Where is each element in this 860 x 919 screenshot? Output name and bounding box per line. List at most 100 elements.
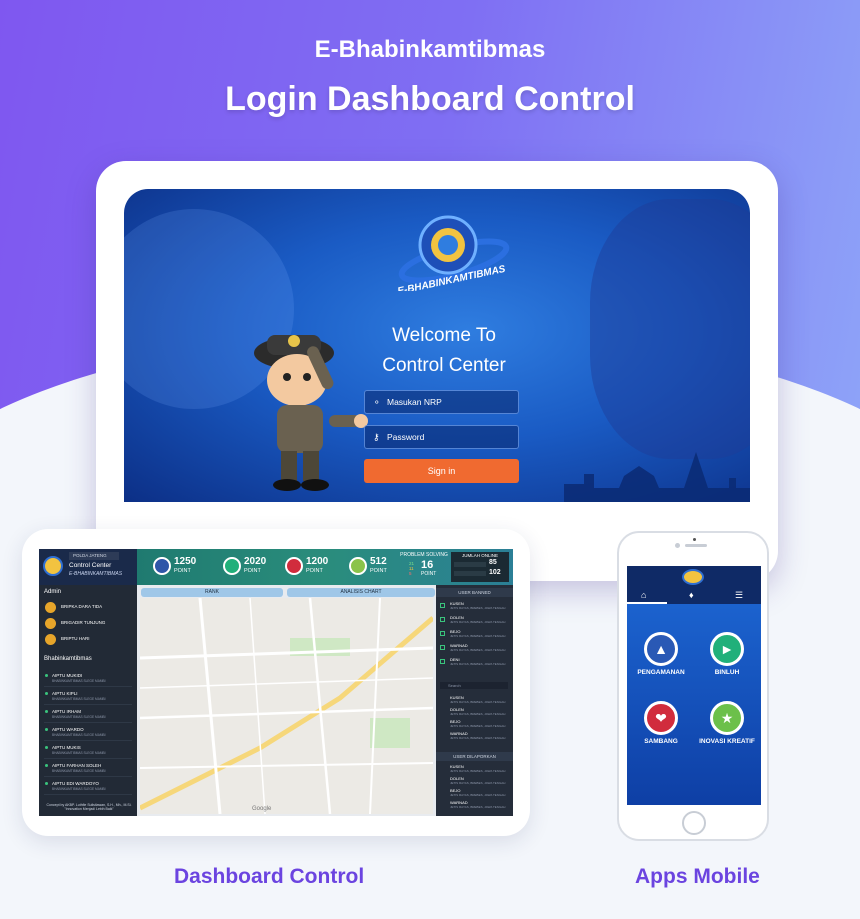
online-count: JUMLAH ONLINE 85 102: [451, 552, 509, 582]
bhabin-name: AIPTU MUKIS: [52, 745, 81, 750]
kpi-value: 512: [370, 556, 387, 567]
online-row2-value: 102: [489, 569, 501, 576]
checkbox[interactable]: [440, 659, 445, 664]
kpi-bar: 1250 POINT 2020 POINT 1200 POINT 512 POI…: [137, 549, 513, 585]
bhabin-item[interactable]: AIPTU MUKIDI BHABINKAMTIBMAS SLEGE MAMBI: [44, 671, 132, 687]
menu-sambang[interactable]: ❤ SAMBANG: [631, 701, 691, 746]
banned-item[interactable]: DOLEN JETIS RAYAS, BREBES, JAWA TENGAH: [440, 615, 506, 627]
password-input[interactable]: ⚷ Password: [364, 425, 519, 449]
bhabin-name: AIPTU FARHAN SOLEH: [52, 763, 102, 768]
user-location: JETIS RAYAS, BREBES, JAWA TENGAH: [450, 724, 506, 728]
phone-frame: ⌂ ♦ ☰ ▲ PENGAMANAN ► BINLUH ❤ SAMBANG ★ …: [617, 531, 769, 841]
dashboard-brand: POLDA JATENG Control Center E-BHABINKAMT…: [39, 549, 137, 585]
problem-solving-value: 16: [421, 559, 434, 571]
menu-label: BINLUH: [714, 669, 740, 676]
user-location: JETIS RAYAS, BREBES, JAWA TENGAH: [450, 712, 506, 716]
checkbox[interactable]: [440, 603, 445, 608]
user-location: JETIS RAYAS, BREBES, JAWA TENGAH: [450, 634, 506, 638]
status-dot: [45, 764, 48, 767]
bhabin-item[interactable]: AIPTU MUKIS BHABINKAMTIBMAS SLEGE MAMBI: [44, 743, 132, 759]
bhabin-unit: BHABINKAMTIBMAS SLEGE MAMBI: [52, 787, 106, 791]
bhabin-item[interactable]: AIPTU WARDO BHABINKAMTIBMAS SLEGE MAMBI: [44, 725, 132, 741]
search-result-item[interactable]: WARNAD JETIS RAYAS, BREBES, JAWA TENGAH: [440, 731, 506, 743]
reported-item[interactable]: DOLEN JETIS RAYAS, BREBES, JAWA TENGAH: [440, 776, 506, 788]
police-mascot: [254, 335, 368, 491]
megaphone-icon: ►: [710, 632, 744, 666]
user-location: JETIS RAYAS, BREBES, JAWA TENGAH: [450, 769, 506, 773]
tab-rank[interactable]: RANK: [141, 588, 283, 597]
ps-small-bot: 5: [409, 571, 412, 576]
google-watermark: Google: [252, 806, 272, 812]
search-result-item[interactable]: KUSEN JETIS RAYAS, BREBES, JAWA TENGAH: [440, 695, 506, 707]
user-location: JETIS RAYAS, BREBES, JAWA TENGAH: [450, 781, 506, 785]
dashboard-sidebar: Admin BRIPKA DARA TIDA BRIGADIR TUNJUNG …: [39, 585, 137, 816]
search-result-item[interactable]: DOLEN JETIS RAYAS, BREBES, JAWA TENGAH: [440, 707, 506, 719]
user-search-input[interactable]: Search: [440, 682, 508, 689]
checkbox[interactable]: [440, 617, 445, 622]
admin-item[interactable]: BRIGADIR TUNJUNG: [45, 617, 133, 631]
banned-item[interactable]: KUSEN JETIS RAYAS, BREBES, JAWA TENGAH: [440, 601, 506, 613]
status-dot: [45, 692, 48, 695]
kpi-label: POINT: [306, 568, 323, 574]
online-row-label: [454, 562, 486, 567]
home-button[interactable]: [682, 811, 706, 835]
problem-solving: PROBLEM SOLVING 21 11 5 16 POINT: [399, 552, 449, 577]
reported-item[interactable]: KUSEN JETIS RAYAS, BREBES, JAWA TENGAH: [440, 764, 506, 776]
checkbox[interactable]: [440, 645, 445, 650]
idea-icon: [349, 557, 367, 575]
menu-pengamanan[interactable]: ▲ PENGAMANAN: [631, 632, 691, 677]
password-placeholder: Password: [387, 432, 425, 442]
page-headline: Login Dashboard Control: [225, 80, 635, 118]
bhabin-item[interactable]: AIPTU EDI WARDOYO BHABINKAMTIBMAS SLEGE M…: [44, 779, 132, 795]
user-location: JETIS RAYAS, BREBES, JAWA TENGAH: [450, 620, 506, 624]
online-row-label: [454, 571, 486, 576]
reported-item[interactable]: WARNAD JETIS RAYAS, BREBES, JAWA TENGAH: [440, 800, 506, 812]
banned-item[interactable]: BEJO JETIS RAYAS, BREBES, JAWA TENGAH: [440, 629, 506, 641]
menu-inovasi-kreatif[interactable]: ★ INOVASI KREATIF: [697, 701, 757, 746]
bhabin-name: AIPTU IRHAM: [52, 709, 82, 714]
tab-analisis-chart[interactable]: ANALISIS CHART: [287, 588, 435, 597]
reported-item[interactable]: BEJO JETIS RAYAS, BREBES, JAWA TENGAH: [440, 788, 506, 800]
bell-icon[interactable]: ♦: [689, 590, 694, 600]
admin-item[interactable]: BRIPTU HARI: [45, 633, 133, 647]
shield-icon: [153, 557, 171, 575]
banned-item[interactable]: WARNAD JETIS RAYAS, BREBES, JAWA TENGAH: [440, 643, 506, 655]
banned-item[interactable]: DENI JETIS RAYAS, BREBES, JAWA TENGAH: [440, 657, 506, 669]
kpi-label: POINT: [174, 568, 191, 574]
status-dot: [45, 710, 48, 713]
phone-sensor: [675, 543, 680, 548]
menu-binluh[interactable]: ► BINLUH: [697, 632, 757, 677]
user-icon: ⚬: [373, 397, 381, 407]
checkbox[interactable]: [440, 631, 445, 636]
bhabin-header: Bhabinkamtibmas: [44, 656, 92, 662]
bhabin-unit: BHABINKAMTIBMAS SLEGE MAMBI: [52, 751, 106, 755]
kpi-value: 1250: [174, 556, 197, 567]
status-dot: [45, 782, 48, 785]
admin-item[interactable]: BRIPKA DARA TIDA: [45, 601, 133, 615]
active-tab-indicator: [627, 602, 667, 604]
mobile-navbar: ⌂ ♦ ☰: [627, 566, 761, 604]
nrp-input[interactable]: ⚬ Masukan NRP: [364, 390, 519, 414]
bhabin-logo: E-BHABINKAMTIBMAS: [398, 215, 510, 291]
lightbulb-icon: ★: [710, 701, 744, 735]
dashboard-title: Control Center: [69, 562, 112, 569]
status-dot: [45, 674, 48, 677]
bhabin-name: AIPTU WARDO: [52, 727, 84, 732]
home-icon[interactable]: ⌂: [641, 590, 646, 600]
region-select[interactable]: POLDA JATENG: [69, 552, 119, 560]
status-dot: [45, 746, 48, 749]
avatar: [45, 634, 56, 645]
menu-icon[interactable]: ☰: [735, 590, 743, 601]
city-map[interactable]: Google: [140, 598, 433, 814]
bhabin-item[interactable]: AIPTU KIPLI BHABINKAMTIBMAS SLEGE MAMBI: [44, 689, 132, 705]
bhabin-name: AIPTU EDI WARDOYO: [52, 781, 99, 786]
user-location: JETIS RAYAS, BREBES, JAWA TENGAH: [450, 793, 506, 797]
mobile-caption: Apps Mobile: [635, 865, 760, 888]
bhabin-item[interactable]: AIPTU FARHAN SOLEH BHABINKAMTIBMAS SLEGE …: [44, 761, 132, 777]
search-result-item[interactable]: BEJO JETIS RAYAS, BREBES, JAWA TENGAH: [440, 719, 506, 731]
avatar: [45, 602, 56, 613]
bhabin-item[interactable]: AIPTU IRHAM BHABINKAMTIBMAS SLEGE MAMBI: [44, 707, 132, 723]
menu-label: SAMBANG: [644, 738, 678, 745]
police-icon: ▲: [644, 632, 678, 666]
signin-button[interactable]: Sign in: [364, 459, 519, 483]
